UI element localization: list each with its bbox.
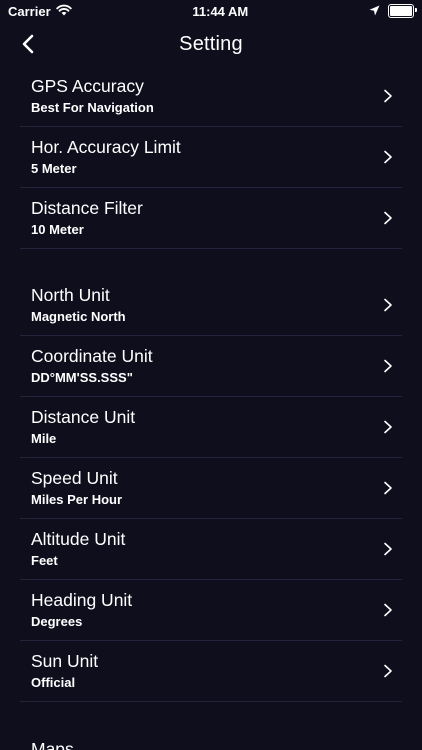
row-value: 5 Meter xyxy=(31,161,77,176)
chevron-right-icon xyxy=(384,150,392,164)
navigation-bar: Setting xyxy=(0,22,422,66)
row-value: Magnetic North xyxy=(31,309,126,324)
setting-row-gps-accuracy[interactable]: GPS Accuracy Best For Navigation xyxy=(20,66,402,127)
setting-row-maps[interactable]: Maps xyxy=(20,738,402,750)
chevron-right-icon xyxy=(384,420,392,434)
row-value: Feet xyxy=(31,553,58,568)
carrier-label: Carrier xyxy=(8,3,51,19)
chevron-right-icon xyxy=(384,211,392,225)
row-value: Official xyxy=(31,675,76,690)
chevron-right-icon xyxy=(384,481,392,495)
chevron-right-icon xyxy=(384,664,392,678)
row-title: Distance Filter xyxy=(31,198,143,218)
location-arrow-icon xyxy=(369,4,380,19)
row-value: Degrees xyxy=(31,614,83,629)
row-value: Best For Navigation xyxy=(31,100,154,115)
row-title: Coordinate Unit xyxy=(31,346,153,366)
row-value: Mile xyxy=(31,431,57,446)
row-value: DD°MM'SS.SSS" xyxy=(31,370,133,385)
settings-screen: Carrier 11:44 AM Setting GPS Accuracy Be… xyxy=(0,0,422,750)
status-right xyxy=(369,4,417,19)
row-value: Miles Per Hour xyxy=(31,492,123,507)
row-title: GPS Accuracy xyxy=(31,76,144,96)
setting-row-altitude-unit[interactable]: Altitude Unit Feet xyxy=(20,519,402,580)
setting-row-coordinate-unit[interactable]: Coordinate Unit DD°MM'SS.SSS" xyxy=(20,336,402,397)
settings-section-units: North Unit Magnetic North Coordinate Uni… xyxy=(0,275,422,702)
setting-row-heading-unit[interactable]: Heading Unit Degrees xyxy=(20,580,402,641)
row-title: North Unit xyxy=(31,285,110,305)
row-title: Speed Unit xyxy=(31,468,118,488)
setting-row-distance-unit[interactable]: Distance Unit Mile xyxy=(20,397,402,458)
row-value: 10 Meter xyxy=(31,222,84,237)
chevron-right-icon xyxy=(384,298,392,312)
setting-row-hor-accuracy-limit[interactable]: Hor. Accuracy Limit 5 Meter xyxy=(20,127,402,188)
status-time: 11:44 AM xyxy=(192,3,249,19)
row-title: Distance Unit xyxy=(31,407,136,427)
setting-row-distance-filter[interactable]: Distance Filter 10 Meter xyxy=(20,188,402,249)
settings-section-maps: Maps xyxy=(0,738,422,750)
back-button[interactable] xyxy=(14,30,42,58)
setting-row-speed-unit[interactable]: Speed Unit Miles Per Hour xyxy=(20,458,402,519)
row-title: Heading Unit xyxy=(31,590,133,610)
row-title: Sun Unit xyxy=(31,651,99,671)
chevron-right-icon xyxy=(384,89,392,103)
setting-row-north-unit[interactable]: North Unit Magnetic North xyxy=(20,275,402,336)
wifi-icon xyxy=(55,4,72,19)
chevron-right-icon xyxy=(384,359,392,373)
status-left: Carrier xyxy=(8,4,72,19)
chevron-right-icon xyxy=(384,603,392,617)
row-title: Maps xyxy=(31,739,74,750)
setting-row-sun-unit[interactable]: Sun Unit Official xyxy=(20,641,402,702)
chevron-right-icon xyxy=(384,542,392,556)
status-bar: Carrier 11:44 AM xyxy=(0,0,422,22)
settings-section-location: GPS Accuracy Best For Navigation Hor. Ac… xyxy=(0,66,422,249)
row-title: Hor. Accuracy Limit xyxy=(31,137,181,157)
row-title: Altitude Unit xyxy=(31,529,126,549)
chevron-left-icon xyxy=(22,34,34,54)
battery-icon xyxy=(388,4,417,18)
page-title: Setting xyxy=(179,32,243,55)
